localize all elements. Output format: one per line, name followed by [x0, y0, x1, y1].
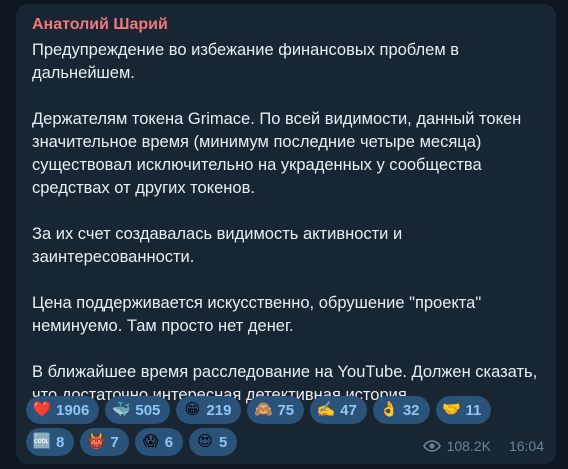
- reaction-count: 5: [219, 433, 228, 451]
- reaction-handshake[interactable]: 🤝 11: [435, 396, 492, 424]
- reactions-row-2: 🆒 8 👹 7 😱 6 😍 5: [26, 428, 238, 456]
- reactions-row-1: ❤️ 1906 🐳 505 😁 219 🙈 75 ✍️ 47 👌 32 🤝 11: [26, 396, 492, 424]
- reaction-count: 7: [110, 433, 119, 451]
- handshake-icon: 🤝: [442, 401, 461, 418]
- heart-icon: ❤️: [32, 401, 52, 418]
- reaction-count: 219: [206, 401, 232, 419]
- grin-icon: 😁: [184, 401, 201, 418]
- reaction-heart[interactable]: ❤️ 1906: [26, 396, 100, 424]
- reaction-devil[interactable]: 👹 7: [80, 428, 129, 456]
- message-time: 16:04: [508, 438, 544, 454]
- reaction-writing-hand[interactable]: ✍️ 47: [310, 396, 367, 424]
- reaction-count: 32: [402, 401, 420, 419]
- reaction-count: 1906: [56, 401, 90, 419]
- view-count: 108.2K: [446, 438, 491, 454]
- reaction-ok-hand[interactable]: 👌 32: [372, 396, 430, 424]
- heart-eyes-icon: 😍: [197, 433, 213, 450]
- author-name[interactable]: Анатолий Шарий: [32, 16, 168, 34]
- reaction-whale[interactable]: 🐳 505: [105, 396, 171, 424]
- monkey-icon: 🙈: [254, 401, 273, 418]
- reaction-count: 505: [135, 401, 161, 419]
- reaction-count: 8: [56, 433, 65, 451]
- reaction-screaming-face[interactable]: 😱 6: [134, 428, 184, 456]
- reaction-monkey[interactable]: 🙈 75: [247, 396, 305, 424]
- cool-icon: 🆒: [32, 433, 52, 450]
- reaction-count: 47: [340, 401, 357, 419]
- reaction-heart-eyes[interactable]: 😍 5: [189, 428, 238, 456]
- ok-hand-icon: 👌: [379, 401, 399, 418]
- message-text: Предупреждение во избежание финансовых п…: [32, 41, 538, 404]
- reaction-grin[interactable]: 😁 219: [176, 396, 242, 424]
- eye-icon: [422, 440, 441, 452]
- message-meta: 108.2K 16:04: [422, 438, 544, 454]
- reaction-count: 75: [277, 401, 295, 419]
- message-bubble: Анатолий Шарий Предупреждение во избежан…: [16, 4, 556, 464]
- writing-hand-icon: ✍️: [316, 401, 336, 418]
- reaction-count: 11: [465, 401, 482, 419]
- reaction-count: 6: [164, 433, 174, 451]
- devil-icon: 👹: [87, 433, 106, 450]
- reaction-cool[interactable]: 🆒 8: [26, 428, 75, 456]
- whale-icon: 🐳: [112, 401, 131, 418]
- screaming-face-icon: 😱: [142, 433, 159, 450]
